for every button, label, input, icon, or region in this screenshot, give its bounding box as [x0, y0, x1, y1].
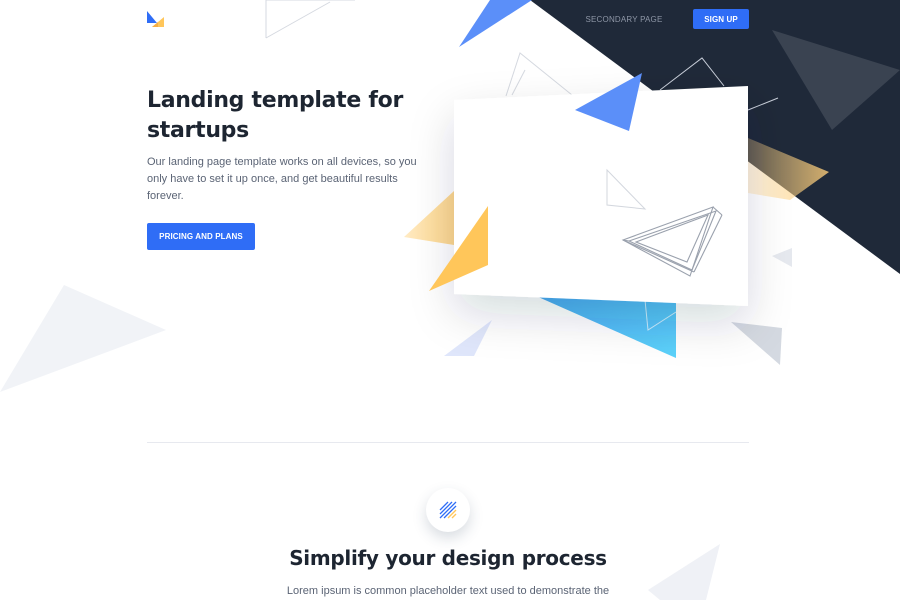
section-text: Lorem ipsum is common placeholder text u… — [286, 585, 610, 597]
gray-triangle-right — [731, 322, 782, 365]
blue-triangle-top — [459, 0, 532, 47]
pricing-and-plans-button[interactable]: PRICING AND PLANS — [147, 223, 255, 250]
feature-icon-badge — [426, 488, 470, 532]
signup-button[interactable]: SIGN UP — [693, 9, 749, 29]
cyan-triangle — [536, 296, 676, 358]
brand-logo[interactable] — [147, 11, 165, 27]
striped-square-icon — [439, 501, 457, 519]
hero-description: Our landing page template works on all d… — [147, 156, 417, 202]
nav-link-secondary-page[interactable]: SECONDARY PAGE — [584, 10, 664, 28]
section-divider — [147, 442, 749, 443]
outline-triangle-top — [265, 0, 355, 38]
pale-blue-triangle — [444, 320, 492, 356]
section-title: Simplify your design process — [289, 546, 607, 570]
hero-title: Landing template for startups — [147, 88, 404, 143]
gray-triangle-left — [0, 285, 166, 392]
